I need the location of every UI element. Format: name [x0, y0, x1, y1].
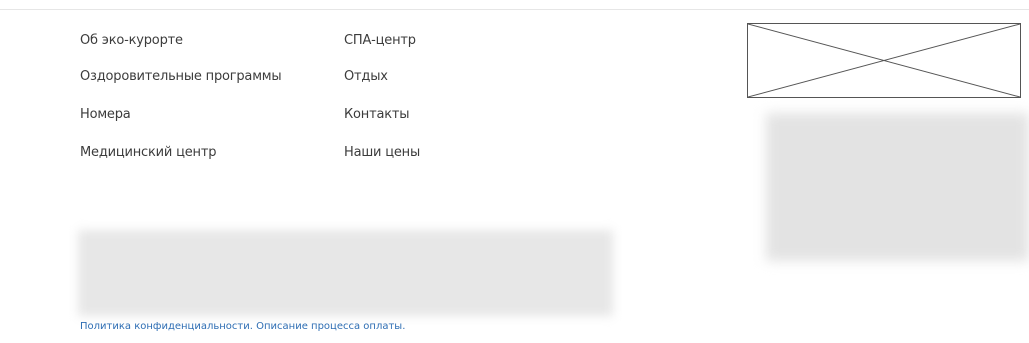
footer-link-about[interactable]: Об эко-курорте — [80, 33, 183, 49]
blurred-content-right — [766, 113, 1029, 261]
top-divider — [0, 9, 1029, 10]
footer-link-prices[interactable]: Наши цены — [344, 145, 420, 161]
footer-link-health-programs[interactable]: Оздоровительные программы — [80, 69, 282, 85]
blurred-content-bottom — [78, 230, 613, 316]
footer-link-rooms[interactable]: Номера — [80, 107, 131, 123]
footer-link-leisure[interactable]: Отдых — [344, 69, 388, 85]
footer-link-medical-center[interactable]: Медицинский центр — [80, 145, 216, 161]
legal-links: Политика конфиденциальности. Описание пр… — [80, 321, 405, 333]
footer-link-spa[interactable]: СПА-центр — [344, 33, 416, 49]
placeholder-cross-icon — [748, 24, 1020, 97]
footer-link-contacts[interactable]: Контакты — [344, 107, 410, 123]
payment-description-link[interactable]: Описание процесса оплаты. — [256, 321, 405, 332]
image-placeholder — [747, 23, 1021, 98]
privacy-policy-link[interactable]: Политика конфиденциальности. — [80, 321, 253, 332]
